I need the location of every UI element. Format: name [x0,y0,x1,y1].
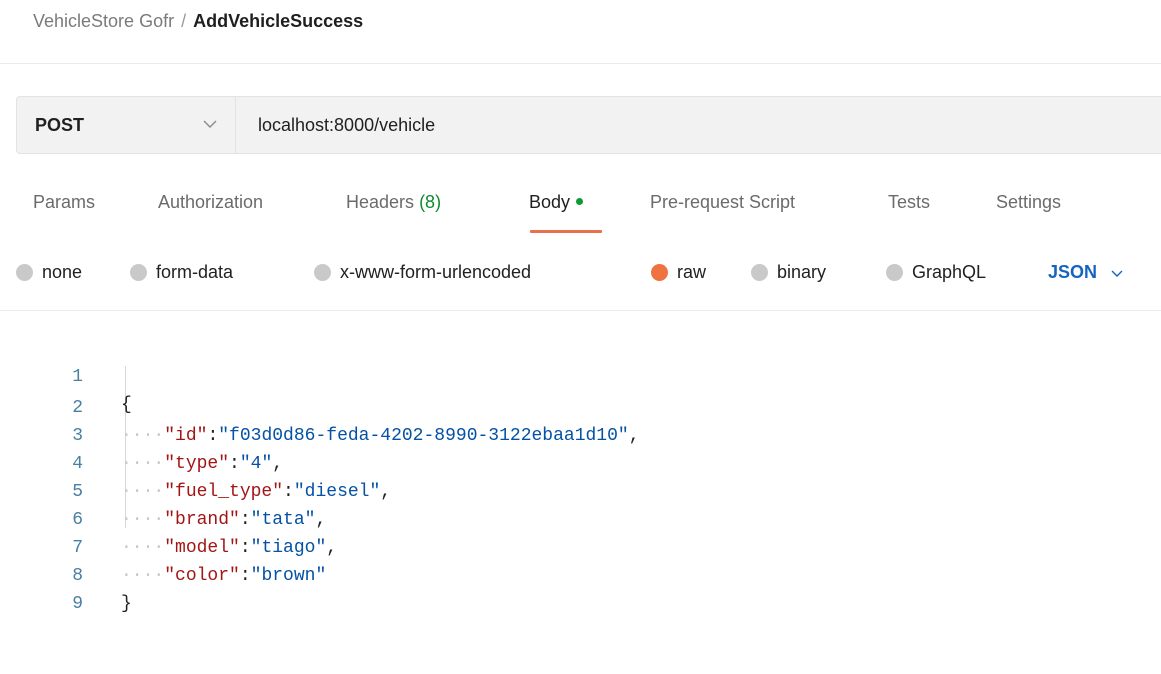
breadcrumb-collection[interactable]: VehicleStore Gofr [33,11,174,32]
radio-binary[interactable]: binary [751,254,826,290]
url-input[interactable] [236,97,1161,153]
code-line: 7 ····"color":"brown" [0,506,1161,586]
tab-headers-label: Headers [346,192,415,212]
tab-tests[interactable]: Tests [888,188,930,216]
radio-form-data[interactable]: form-data [130,254,233,290]
method-select[interactable]: POST [17,97,236,153]
tab-authorization[interactable]: Authorization [158,188,263,216]
radio-raw-dot [651,263,668,281]
body-options-divider [0,310,1161,311]
radio-none-label: none [42,261,83,282]
code-line: 1 { [0,335,1161,415]
tab-body[interactable]: Body [529,188,584,216]
tab-pre-request-script[interactable]: Pre-request Script [650,188,795,216]
code-line: 9 [0,562,1161,614]
radio-graphql-dot [886,263,903,281]
radio-form-data-label: form-data [156,261,234,282]
breadcrumb: VehicleStore Gofr / AddVehicleSuccess [33,8,363,34]
radio-graphql-label: GraphQL [912,261,987,282]
radio-x-www-form-urlencoded-label: x-www-form-urlencoded [340,261,532,282]
request-bar: POST [16,96,1161,154]
radio-x-www-form-urlencoded[interactable]: x-www-form-urlencoded [314,254,531,290]
chevron-down-icon [203,116,217,134]
radio-raw-label: raw [677,261,707,282]
radio-binary-dot [751,263,768,281]
code-line: 6 ····"model":"tiago", [0,478,1161,558]
radio-binary-label: binary [777,261,827,282]
code-line: 3 ····"type":"4", [0,394,1161,474]
code-line: 5 ····"brand":"tata", [0,450,1161,530]
method-label: POST [35,114,85,135]
body-status-dot [576,197,584,205]
close-brace: } [121,594,132,614]
code-line: 2 ····"id":"f03d0d86-feda-4202-8990-3122… [0,366,1161,446]
body-type-selector: none form-data x-www-form-urlencoded raw… [0,254,1161,290]
code-text: } [121,590,132,618]
tab-params[interactable]: Params [33,188,95,216]
radio-none-dot [16,263,33,281]
request-tabs: Params Authorization Headers (8) Body Pr… [33,188,1161,234]
active-tab-indicator [530,230,602,233]
header-divider [0,63,1161,64]
breadcrumb-separator: / [181,10,187,31]
tab-headers-count: (8) [419,192,442,212]
tab-settings[interactable]: Settings [996,188,1061,216]
chevron-down-icon [1111,262,1123,283]
breadcrumb-request-name[interactable]: AddVehicleSuccess [193,11,363,32]
radio-x-www-form-urlencoded-dot [314,263,331,281]
radio-form-data-dot [130,263,147,281]
body-code-editor[interactable]: 1 { 2 ····"id":"f03d0d86-feda-4202-8990-… [0,335,1161,632]
line-number: 9 [72,594,83,614]
body-format-select[interactable]: JSON [1048,254,1123,290]
radio-none[interactable]: none [16,254,82,290]
code-line: 8 } [0,534,1161,614]
tab-headers[interactable]: Headers (8) [346,188,441,216]
tab-body-label: Body [529,192,571,212]
radio-raw[interactable]: raw [651,254,706,290]
body-format-label: JSON [1048,261,1098,282]
code-line: 4 ····"fuel_type":"diesel", [0,422,1161,502]
radio-graphql[interactable]: GraphQL [886,254,986,290]
